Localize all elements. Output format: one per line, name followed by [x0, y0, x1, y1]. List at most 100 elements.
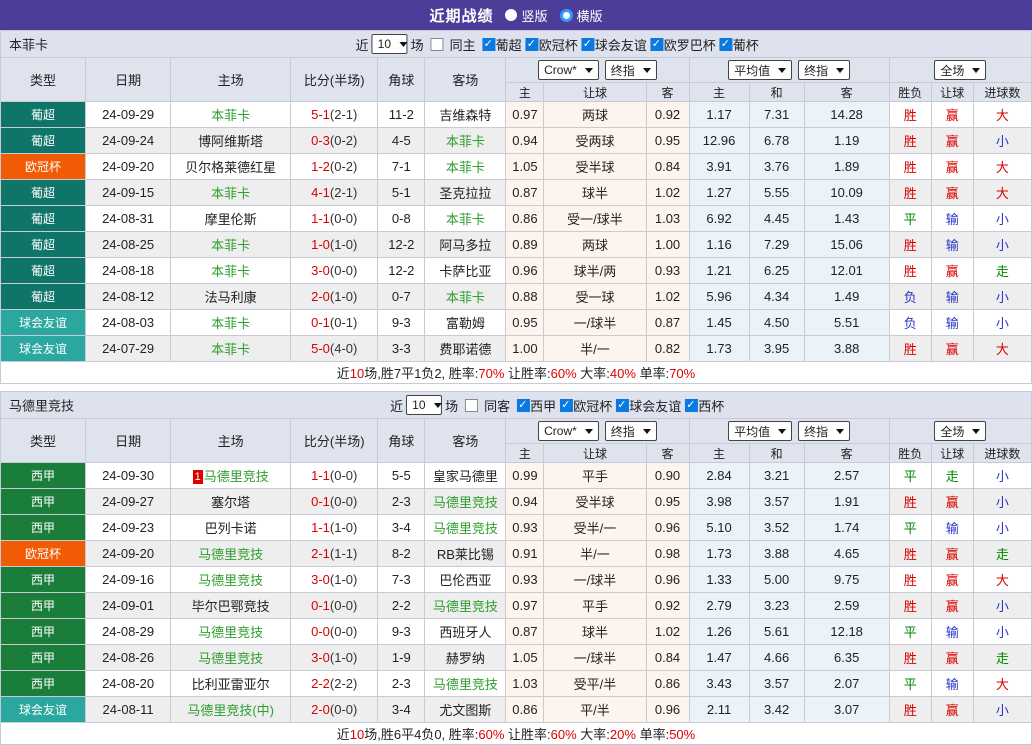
result-handicap-cell: 赢: [930, 153, 974, 180]
home-team-cell: 比利亚雷亚尔: [170, 670, 292, 697]
odds-home-cell: 0.97: [505, 592, 545, 619]
league-checkbox[interactable]: [685, 398, 699, 412]
col-home: 主场: [170, 418, 292, 463]
odds-home-cell: 0.89: [505, 231, 545, 258]
radio-vertical-icon[interactable]: [505, 9, 518, 21]
match-row: 球会友谊 24-08-03 本菲卡 0-1(0-1) 9-3 富勒姆 0.95 一/球半 0.8…: [0, 309, 1032, 336]
odds-home-cell: 1.03: [505, 670, 545, 697]
away-team-cell: 本菲卡: [424, 153, 507, 180]
result-winloss-cell: 负: [888, 309, 932, 336]
match-row: 西甲 24-08-20 比利亚雷亚尔 2-2(2-2) 2-3 马德里竞技 1.03 受平/半…: [0, 670, 1032, 697]
avg-away-cell: 1.43: [803, 205, 890, 232]
avg-home-cell: 2.79: [688, 592, 750, 619]
league-checkbox-label: 西甲: [530, 398, 557, 414]
league-checkbox[interactable]: [517, 398, 531, 412]
average-select-group: 平均值 终指: [688, 57, 890, 83]
home-team-cell: 本菲卡: [170, 335, 292, 362]
league-cell: 球会友谊: [0, 309, 87, 336]
period-select[interactable]: 全场: [934, 60, 987, 80]
handicap-cell: 受平/半: [543, 670, 647, 697]
league-cell: 西甲: [0, 488, 87, 515]
avg-draw-cell: 3.52: [748, 514, 805, 541]
odds-away-cell: 0.84: [645, 644, 690, 671]
odds-away-cell: 1.00: [645, 231, 690, 258]
summary-segment: 场,胜7平1负2, 胜率:: [364, 366, 479, 381]
odds-away-cell: 0.96: [645, 696, 690, 723]
layout-option-horizontal[interactable]: 横版: [559, 6, 603, 25]
summary-segment: 大率:: [576, 727, 610, 742]
handicap-cell: 半/一: [543, 335, 647, 362]
corner-cell: 2-3: [377, 670, 426, 697]
same-venue-label: 同主: [449, 37, 476, 53]
col-home: 主场: [170, 57, 292, 102]
bookmaker-select[interactable]: Crow*: [538, 421, 599, 441]
result-winloss-cell: 胜: [888, 696, 932, 723]
radio-horizontal-icon[interactable]: [559, 8, 573, 22]
avg-draw-cell: 3.57: [748, 488, 805, 515]
result-goals-cell: 小: [972, 696, 1032, 723]
same-venue-checkbox[interactable]: [430, 37, 444, 51]
corner-cell: 9-3: [377, 309, 426, 336]
avg-draw-cell: 4.50: [748, 309, 805, 336]
near-label: 近: [355, 37, 369, 53]
average-time-select-value: 终指: [804, 424, 829, 439]
date-cell: 24-09-20: [85, 540, 172, 567]
odds-home-cell: 1.05: [505, 644, 545, 671]
match-row: 葡超 24-08-25 本菲卡 1-0(1-0) 12-2 阿马多拉 0.89 两球 1.00 1…: [0, 231, 1032, 258]
league-checkbox[interactable]: [616, 398, 630, 412]
odds-away-cell: 0.82: [645, 335, 690, 362]
sub-col-handicap-result: 让球: [930, 443, 974, 463]
odds-away-cell: 1.02: [645, 618, 690, 645]
odds-time-select[interactable]: 终指: [604, 421, 657, 441]
match-count-select[interactable]: 10: [406, 395, 443, 415]
layout-option-vertical[interactable]: 竖版: [505, 6, 548, 25]
league-checkbox[interactable]: [719, 37, 733, 51]
summary-segment: 40%: [609, 366, 636, 381]
corner-cell: 11-2: [377, 101, 426, 128]
odds-away-cell: 0.86: [645, 670, 690, 697]
league-checkbox[interactable]: [581, 37, 595, 51]
result-winloss-cell: 胜: [888, 644, 932, 671]
odds-away-cell: 0.98: [645, 540, 690, 567]
handicap-cell: 受一球: [543, 283, 647, 310]
average-time-select[interactable]: 终指: [798, 60, 851, 80]
league-checkbox-label: 球会友谊: [629, 398, 682, 414]
bookmaker-select[interactable]: Crow*: [538, 60, 599, 80]
away-team-cell: 本菲卡: [424, 127, 507, 154]
period-select-value: 全场: [940, 424, 965, 439]
avg-away-cell: 1.49: [803, 283, 890, 310]
result-winloss-cell: 胜: [888, 592, 932, 619]
odds-away-cell: 0.84: [645, 153, 690, 180]
odds-time-select[interactable]: 终指: [604, 60, 657, 80]
average-time-select[interactable]: 终指: [798, 421, 851, 441]
average-select[interactable]: 平均值: [728, 60, 793, 80]
result-handicap-cell: 赢: [930, 179, 974, 206]
score-cell: 0-0(0-0): [290, 618, 379, 645]
away-team-cell: 马德里竞技: [424, 670, 507, 697]
summary-segment: 近: [336, 366, 350, 381]
result-winloss-cell: 平: [888, 205, 932, 232]
same-venue-checkbox[interactable]: [465, 398, 479, 412]
score-cell: 1-1(0-0): [290, 462, 379, 489]
odds-home-cell: 0.93: [505, 514, 545, 541]
match-row: 西甲 24-09-16 马德里竞技 3-0(1-0) 7-3 巴伦西亚 0.93 一/球半 0.…: [0, 566, 1032, 593]
league-checkbox[interactable]: [525, 37, 539, 51]
avg-home-cell: 5.96: [688, 283, 750, 310]
league-checkbox[interactable]: [560, 398, 574, 412]
average-select[interactable]: 平均值: [728, 421, 793, 441]
handicap-cell: 受两球: [543, 127, 647, 154]
home-team-cell: 贝尔格莱德红星: [170, 153, 292, 180]
home-team-cell: 本菲卡: [170, 101, 292, 128]
score-cell: 1-0(1-0): [290, 231, 379, 258]
result-goals-cell: 小: [972, 618, 1032, 645]
period-select[interactable]: 全场: [934, 421, 987, 441]
league-checkbox[interactable]: [650, 37, 664, 51]
score-cell: 0-1(0-0): [290, 592, 379, 619]
handicap-cell: 半/一: [543, 540, 647, 567]
avg-draw-cell: 3.57: [748, 670, 805, 697]
league-cell: 西甲: [0, 618, 87, 645]
match-count-select[interactable]: 10: [371, 34, 408, 54]
league-cell: 欧冠杯: [0, 153, 87, 180]
result-winloss-cell: 胜: [888, 127, 932, 154]
league-checkbox[interactable]: [482, 37, 496, 51]
